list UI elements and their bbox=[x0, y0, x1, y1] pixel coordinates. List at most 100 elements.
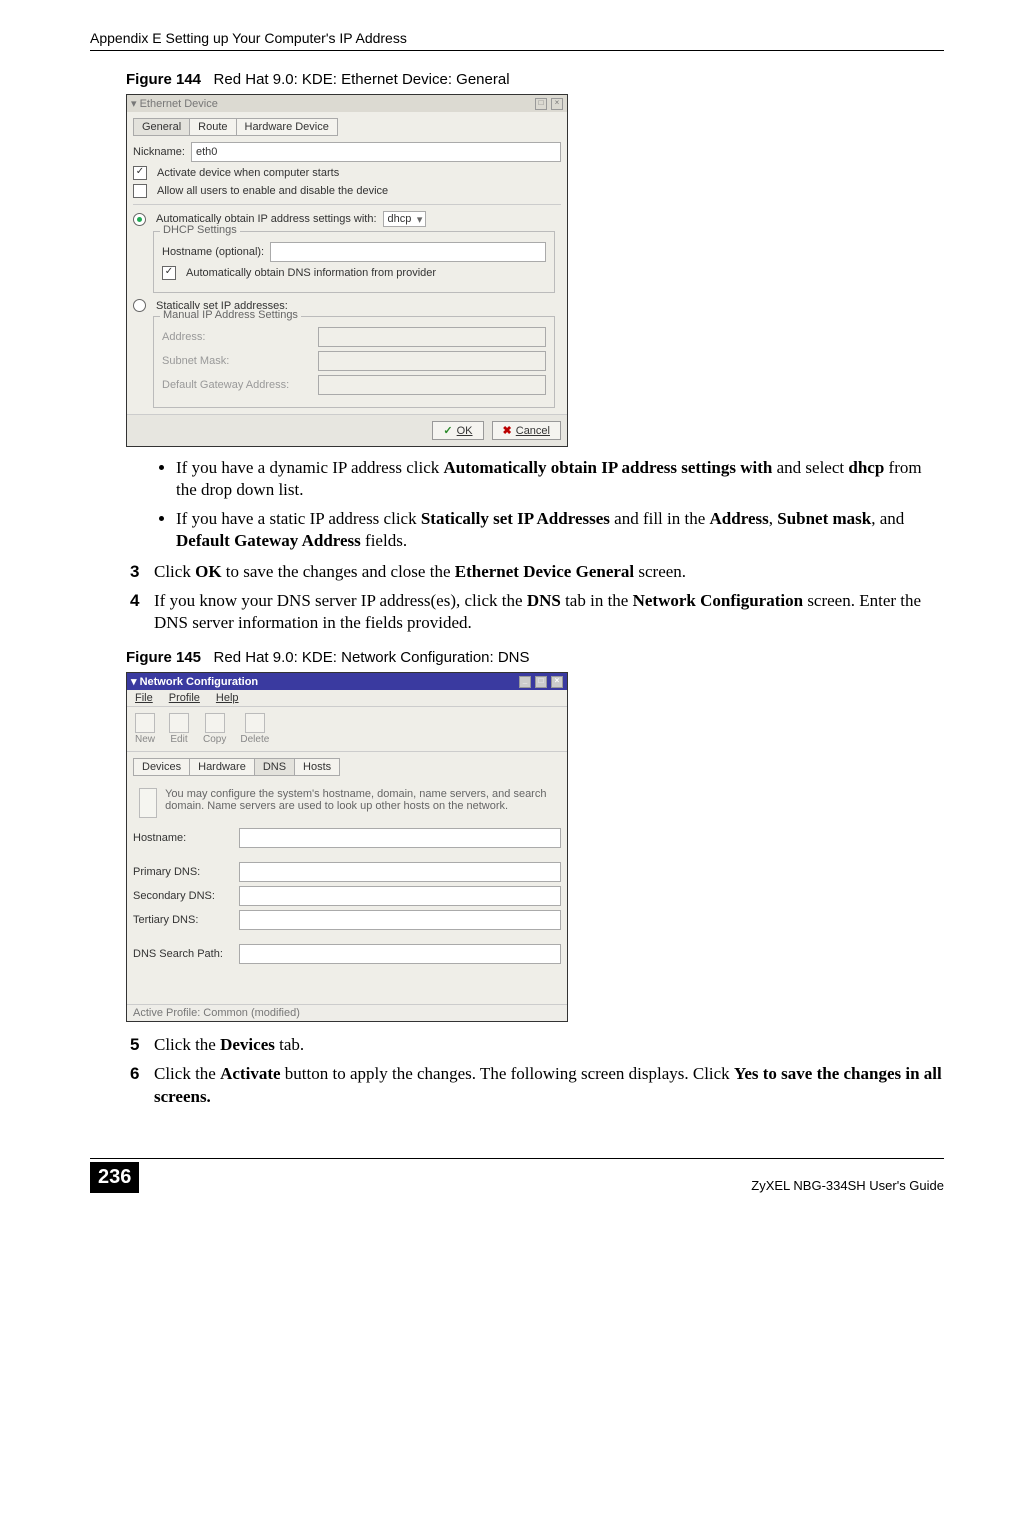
tertiary-dns-label: Tertiary DNS: bbox=[133, 914, 233, 926]
gateway-label: Default Gateway Address: bbox=[162, 379, 312, 391]
step-5-pre: Click the bbox=[154, 1035, 220, 1054]
step-6-b1: Activate bbox=[220, 1064, 280, 1083]
new-icon bbox=[135, 713, 155, 733]
allow-users-checkbox[interactable] bbox=[133, 184, 147, 198]
menu-profile[interactable]: Profile bbox=[169, 692, 200, 704]
bullet-2-c1: , bbox=[769, 509, 778, 528]
ok-button[interactable]: ✓ OK bbox=[432, 421, 483, 440]
window-title: Ethernet Device bbox=[140, 98, 218, 110]
x-icon: ✖ bbox=[503, 424, 512, 437]
tab-route-label: Route bbox=[198, 121, 227, 133]
figure-144-text: Red Hat 9.0: KDE: Ethernet Device: Gener… bbox=[214, 71, 510, 88]
step-5-num: 5 bbox=[130, 1034, 154, 1057]
allow-users-label: Allow all users to enable and disable th… bbox=[157, 185, 388, 197]
activate-checkbox[interactable]: ✓ bbox=[133, 166, 147, 180]
bullet-list: If you have a dynamic IP address click A… bbox=[176, 457, 944, 553]
dhcp-settings-group: DHCP Settings Hostname (optional): ✓ Aut… bbox=[153, 231, 555, 293]
manual-ip-legend: Manual IP Address Settings bbox=[160, 309, 301, 321]
guide-name: ZyXEL NBG-334SH User's Guide bbox=[751, 1178, 944, 1193]
figure-145-caption: Figure 145 Red Hat 9.0: KDE: Network Con… bbox=[126, 649, 944, 666]
bullet-2-mid1: and fill in the bbox=[610, 509, 710, 528]
step-4-b1: DNS bbox=[527, 591, 561, 610]
cancel-label: Cancel bbox=[516, 425, 550, 437]
step-3-num: 3 bbox=[130, 561, 154, 584]
tab-dns[interactable]: DNS bbox=[254, 758, 295, 776]
step-6-num: 6 bbox=[130, 1063, 154, 1109]
menu-file[interactable]: File bbox=[135, 692, 153, 704]
ok-label: OK bbox=[457, 425, 473, 437]
auto-ip-dropdown[interactable]: dhcp bbox=[383, 211, 427, 227]
step-3-post: screen. bbox=[634, 562, 686, 581]
figure-144-caption: Figure 144 Red Hat 9.0: KDE: Ethernet De… bbox=[126, 71, 944, 88]
menu-bar: File Profile Help bbox=[127, 690, 567, 707]
activate-label: Activate device when computer starts bbox=[157, 167, 339, 179]
cancel-button[interactable]: ✖ Cancel bbox=[492, 421, 561, 440]
toolbar: New Edit Copy Delete bbox=[127, 707, 567, 752]
edit-label: Edit bbox=[170, 734, 187, 745]
delete-label: Delete bbox=[240, 734, 269, 745]
ethernet-device-dialog: ▾ Ethernet Device □ × General Route Hard… bbox=[126, 94, 568, 447]
gateway-input bbox=[318, 375, 546, 395]
menu-help-label: Help bbox=[216, 692, 239, 704]
secondary-dns-input[interactable] bbox=[239, 886, 561, 906]
dns-search-label: DNS Search Path: bbox=[133, 948, 233, 960]
bullet-1-bold2: dhcp bbox=[848, 458, 884, 477]
static-ip-radio[interactable] bbox=[133, 299, 146, 312]
hostname-label: Hostname (optional): bbox=[162, 246, 264, 258]
tab-general-label: General bbox=[142, 121, 181, 133]
page-number: 236 bbox=[90, 1162, 139, 1193]
figure-145-text: Red Hat 9.0: KDE: Network Configuration:… bbox=[214, 649, 530, 666]
menu-help[interactable]: Help bbox=[216, 692, 239, 704]
tab-hosts[interactable]: Hosts bbox=[294, 758, 340, 776]
titlebar-2: ▾ Network Configuration _ □ × bbox=[127, 673, 567, 690]
dns-search-input[interactable] bbox=[239, 944, 561, 964]
tab-route[interactable]: Route bbox=[189, 118, 236, 136]
secondary-dns-label: Secondary DNS: bbox=[133, 890, 233, 902]
tab-bar: General Route Hardware Device bbox=[133, 118, 561, 136]
close-icon[interactable]: × bbox=[551, 98, 563, 110]
bullet-2-bold1: Statically set IP Addresses bbox=[421, 509, 610, 528]
step-5: 5Click the Devices tab. bbox=[130, 1034, 944, 1057]
check-icon: ✓ bbox=[443, 424, 452, 437]
tab-hardware-device[interactable]: Hardware Device bbox=[236, 118, 338, 136]
close-icon-2[interactable]: × bbox=[551, 676, 563, 688]
edit-button[interactable]: Edit bbox=[169, 713, 189, 745]
bullet-1-text: If you have a dynamic IP address click bbox=[176, 458, 444, 477]
step-4-b2: Network Configuration bbox=[633, 591, 803, 610]
menu-profile-label: Profile bbox=[169, 692, 200, 704]
window-title-2: Network Configuration bbox=[140, 676, 259, 688]
steps-list-2: 5Click the Devices tab. 6Click the Activ… bbox=[130, 1034, 944, 1108]
primary-dns-input[interactable] bbox=[239, 862, 561, 882]
maximize-icon[interactable]: □ bbox=[535, 676, 547, 688]
network-configuration-dialog: ▾ Network Configuration _ □ × File Profi… bbox=[126, 672, 568, 1022]
step-3: 3Click OK to save the changes and close … bbox=[130, 561, 944, 584]
copy-icon bbox=[205, 713, 225, 733]
delete-button[interactable]: Delete bbox=[240, 713, 269, 745]
tab-devices[interactable]: Devices bbox=[133, 758, 190, 776]
hostname-input[interactable] bbox=[270, 242, 546, 262]
step-5-b1: Devices bbox=[220, 1035, 275, 1054]
steps-list-1: 3Click OK to save the changes and close … bbox=[130, 561, 944, 635]
new-button[interactable]: New bbox=[135, 713, 155, 745]
step-6-pre: Click the bbox=[154, 1064, 220, 1083]
tab-hardware[interactable]: Hardware bbox=[189, 758, 255, 776]
tab-general[interactable]: General bbox=[133, 118, 190, 136]
step-4-num: 4 bbox=[130, 590, 154, 636]
window-restore-icon[interactable]: □ bbox=[535, 98, 547, 110]
tertiary-dns-input[interactable] bbox=[239, 910, 561, 930]
hostname-input-2[interactable] bbox=[239, 828, 561, 848]
bullet-1-mid: and select bbox=[772, 458, 848, 477]
tab-hosts-label: Hosts bbox=[303, 761, 331, 773]
figure-144-label: Figure 144 bbox=[126, 71, 201, 88]
step-3-b1: OK bbox=[195, 562, 221, 581]
edit-icon bbox=[169, 713, 189, 733]
tab-bar-2: Devices Hardware DNS Hosts bbox=[133, 758, 561, 776]
copy-button[interactable]: Copy bbox=[203, 713, 226, 745]
auto-ip-radio[interactable] bbox=[133, 213, 146, 226]
auto-dns-label: Automatically obtain DNS information fro… bbox=[186, 267, 436, 279]
auto-dns-checkbox[interactable]: ✓ bbox=[162, 266, 176, 280]
dhcp-settings-legend: DHCP Settings bbox=[160, 224, 240, 236]
minimize-icon[interactable]: _ bbox=[519, 676, 531, 688]
address-label: Address: bbox=[162, 331, 312, 343]
nickname-input[interactable]: eth0 bbox=[191, 142, 561, 162]
